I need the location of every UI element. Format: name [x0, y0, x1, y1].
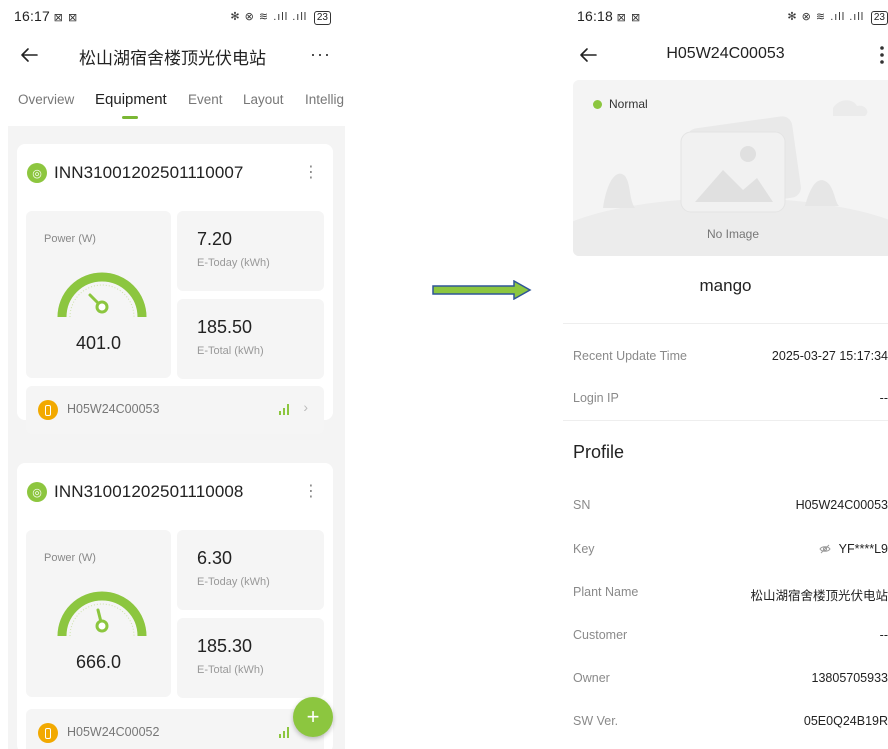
device-status: Normal [609, 97, 648, 111]
total-energy-label: E-Total (kWh) [197, 664, 264, 676]
profile-heading: Profile [573, 442, 625, 462]
connectivity-icons: ✻ ⊗ ≋ .ıll .ıll [787, 10, 865, 23]
tab-overview[interactable]: Overview [18, 92, 74, 107]
customer-value: -- [879, 628, 888, 642]
device-header: ◎ INN31001202501110008 [27, 481, 243, 503]
flow-arrow-icon [432, 280, 532, 300]
collector-icon [38, 400, 58, 420]
plant-name-label: Plant Name [573, 585, 639, 599]
total-energy-value: 185.30 [197, 636, 253, 656]
device-name: INN31001202501110008 [54, 482, 244, 501]
power-label: Power (W) [44, 233, 96, 245]
power-value: 401.0 [75, 333, 122, 353]
key-value-group: YF****L9 [819, 542, 888, 556]
connectivity-icons: ✻ ⊗ ≋ .ıll .ıll [230, 10, 308, 23]
battery-icon: 23 [313, 10, 331, 25]
tab-event[interactable]: Event [188, 92, 223, 107]
plant-name-value: 松山湖宿舍楼顶光伏电站 [750, 589, 888, 603]
sn-value: H05W24C00053 [795, 498, 888, 512]
collector-row[interactable]: H05W24C00053 › [26, 386, 324, 434]
status-time: 16:17 [14, 8, 51, 24]
status-bar: 16:18 ⊠ ⊠ ✻ ⊗ ≋ .ıll .ıll 23 [563, 0, 888, 32]
device-card[interactable]: ◎ INN31001202501110008 ⋮ Power (W) 666.0… [17, 463, 333, 749]
collector-detail-screen: 16:18 ⊠ ⊠ ✻ ⊗ ≋ .ıll .ıll 23 H05W24C0005… [563, 0, 888, 749]
device-alias: mango [699, 276, 752, 295]
owner-value: 13805705933 [811, 671, 888, 685]
notification-icons: ⊠ ⊠ [616, 12, 642, 24]
today-energy-panel: 7.20 E-Today (kWh) [177, 211, 324, 291]
device-name: INN31001202501110007 [54, 163, 244, 182]
today-energy-value: 6.30 [197, 548, 233, 568]
power-label: Power (W) [44, 552, 96, 564]
customer-label: Customer [573, 628, 628, 642]
recent-update-time-label: Recent Update Time [573, 349, 687, 363]
device-image-panel: Normal No Image [573, 80, 888, 256]
total-energy-value: 185.50 [197, 317, 253, 337]
divider [563, 323, 888, 324]
login-ip-label: Login IP [573, 391, 619, 405]
divider [563, 420, 888, 421]
header-bar: 松山湖宿舍楼顶光伏电站 ··· [0, 38, 345, 74]
power-gauge-icon [57, 272, 147, 318]
status-time-group: 16:18 ⊠ ⊠ [577, 8, 641, 24]
no-image-label: No Image [706, 227, 760, 241]
status-time: 16:18 [577, 8, 614, 24]
today-energy-label: E-Today (kWh) [197, 576, 270, 588]
tab-layout[interactable]: Layout [243, 92, 284, 107]
collector-sn: H05W24C00053 [67, 402, 160, 416]
collector-icon [38, 723, 58, 743]
sw-version-value: 05E0Q24B19R [803, 714, 888, 728]
eye-off-icon[interactable] [819, 543, 831, 555]
recent-update-time-value: 2025-03-27 15:17:34 [771, 349, 888, 363]
tab-intelligent[interactable]: Intellig [305, 92, 344, 107]
sn-label: SN [573, 498, 591, 512]
power-panel: Power (W) 401.0 [26, 211, 171, 378]
today-energy-panel: 6.30 E-Today (kWh) [177, 530, 324, 610]
tab-equipment[interactable]: Equipment [95, 91, 167, 108]
today-energy-label: E-Today (kWh) [197, 257, 270, 269]
power-gauge-icon [57, 591, 147, 637]
device-card[interactable]: ◎ INN31001202501110007 ⋮ Power (W) 401.0… [17, 144, 333, 434]
battery-icon: 23 [870, 10, 888, 25]
header-bar: H05W24C00053 [563, 38, 888, 74]
sw-version-label: SW Ver. [573, 714, 619, 728]
chevron-right-icon[interactable]: › [303, 399, 308, 415]
collector-sn: H05W24C00052 [67, 725, 160, 739]
owner-label: Owner [573, 671, 610, 685]
more-icon[interactable] [878, 44, 886, 66]
device-menu-icon[interactable]: ⋮ [303, 162, 319, 182]
key-value: YF****L9 [838, 542, 888, 556]
status-bar: 16:17 ⊠ ⊠ ✻ ⊗ ≋ .ıll .ıll 23 [0, 0, 345, 32]
add-device-button[interactable]: + [293, 697, 333, 737]
device-menu-icon[interactable]: ⋮ [303, 481, 319, 501]
device-header: ◎ INN31001202501110007 [27, 162, 243, 184]
total-energy-label: E-Total (kWh) [197, 345, 264, 357]
status-time-group: 16:17 ⊠ ⊠ [14, 8, 78, 24]
system-icons-group: ✻ ⊗ ≋ .ıll .ıll 23 [787, 8, 888, 25]
collector-row[interactable]: H05W24C00052 [26, 709, 324, 749]
active-tab-indicator [122, 116, 138, 119]
equipment-list-screen: 16:17 ⊠ ⊠ ✻ ⊗ ≋ .ıll .ıll 23 松山湖宿舍楼顶光伏电站… [0, 0, 345, 749]
total-energy-panel: 185.50 E-Total (kWh) [177, 299, 324, 379]
login-ip-value: -- [879, 391, 888, 405]
signal-icon [279, 404, 289, 415]
more-icon[interactable]: ··· [310, 44, 331, 65]
total-energy-panel: 185.30 E-Total (kWh) [177, 618, 324, 698]
system-icons-group: ✻ ⊗ ≋ .ıll .ıll 23 [230, 8, 331, 25]
plant-title: 松山湖宿舍楼顶光伏电站 [79, 48, 266, 68]
status-indicator [593, 100, 602, 109]
tab-bar: Overview Equipment Event Layout Intellig [0, 88, 345, 124]
signal-icon [279, 727, 289, 738]
inverter-icon: ◎ [27, 482, 47, 502]
power-value: 666.0 [75, 652, 122, 672]
power-panel: Power (W) 666.0 [26, 530, 171, 697]
device-sn-title: H05W24C00053 [666, 45, 785, 62]
key-label: Key [573, 542, 595, 556]
inverter-icon: ◎ [27, 163, 47, 183]
today-energy-value: 7.20 [197, 229, 233, 249]
notification-icons: ⊠ ⊠ [53, 12, 79, 24]
